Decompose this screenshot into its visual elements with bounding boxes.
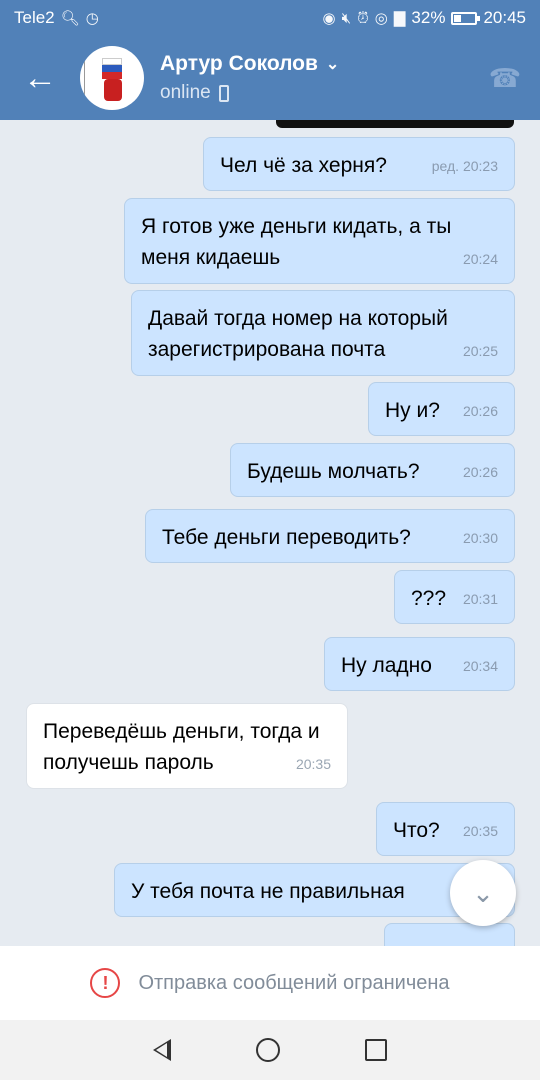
restricted-banner: ! Отправка сообщений ограничена — [0, 946, 540, 1020]
message-bubble[interactable]: Переведёшь деньги, тогда и получешь паро… — [26, 703, 348, 789]
nav-back-icon[interactable] — [152, 1039, 171, 1061]
message-list[interactable]: Чел чё за херня? ред. 20:23 Я готов уже … — [0, 120, 540, 946]
nav-recents-icon[interactable] — [365, 1039, 388, 1061]
system-nav-bar — [0, 1020, 540, 1080]
message-text: Ну ладно — [341, 654, 432, 677]
arrow-left-icon[interactable]: ← — [0, 36, 80, 120]
clock: 20:45 — [483, 8, 526, 27]
message-bubble[interactable]: Я готов уже деньги кидать, а ты меня кид… — [124, 198, 515, 284]
chat-header: ← Артур Соколов ⌄ online ☎︎ — [0, 36, 540, 120]
message-time: 20:26 — [462, 464, 498, 480]
message-text: Я готов уже деньги кидать, а ты меня кид… — [141, 215, 452, 269]
message-bubble[interactable]: Ну ладно 20:34 — [324, 637, 515, 691]
message-time: 20:24 — [462, 251, 498, 267]
status-bar: Tele2 🔍︎ ◷ ◉ 🔇︎ ⏰︎ ◎ ▇ 32% 20:45 — [0, 0, 540, 36]
contact-title[interactable]: Артур Соколов ⌄ online — [160, 52, 470, 104]
eye-icon: ◎ — [374, 10, 388, 27]
contact-name: Артур Соколов — [160, 52, 318, 75]
restricted-text: Отправка сообщений ограничена — [138, 971, 450, 994]
message-bubble[interactable]: ??? 20:31 — [394, 570, 515, 624]
message-bubble[interactable]: Будешь молчать? 20:26 — [230, 443, 515, 497]
search-icon: 🔍︎ — [60, 10, 80, 27]
hotspot-icon: ◉ — [322, 10, 336, 27]
message-text: Переведёшь деньги, тогда и получешь паро… — [43, 720, 320, 774]
phone-icon[interactable]: ☎︎ — [470, 36, 540, 120]
message-time: ред. 20:23 — [431, 158, 498, 174]
contact-status: online — [160, 82, 211, 103]
avatar[interactable] — [80, 46, 144, 110]
alert-icon: ! — [90, 968, 121, 998]
message-text: У тебя почта не правильная — [131, 880, 405, 903]
message-time: 20:31 — [462, 591, 498, 607]
signal-icon: ▇ — [393, 10, 406, 27]
alarm-icon: ◷ — [85, 10, 99, 27]
chevron-down-icon: ⌄ — [472, 877, 494, 908]
mobile-device-icon — [218, 84, 229, 102]
message-text: Что? — [393, 819, 440, 842]
carrier-label: Tele2 — [14, 8, 55, 27]
message-bubble[interactable]: Ну и? 20:26 — [368, 382, 515, 436]
battery-icon — [451, 11, 481, 25]
message-time: 20:26 — [462, 403, 498, 419]
message-bubble[interactable]: Что? 20:35 — [376, 802, 515, 856]
message-text: ??? — [411, 587, 447, 610]
message-text: Будешь молчать? — [247, 460, 420, 483]
message-text: Тебе деньги переводить? — [162, 526, 411, 549]
alarm-clock-icon: ⏰︎ — [357, 9, 369, 27]
message-text: Ну и? — [385, 399, 440, 422]
nav-home-icon[interactable] — [255, 1038, 280, 1062]
mute-icon: 🔇︎ — [341, 9, 352, 27]
message-bubble-partial[interactable] — [384, 923, 515, 946]
message-time: 20:34 — [462, 658, 498, 674]
message-time: 20:35 — [462, 823, 498, 839]
message-text: Давай тогда номер на который зарегистрир… — [148, 307, 448, 361]
message-text: Чел чё за херня? — [220, 154, 387, 177]
chevron-down-icon: ⌄ — [325, 56, 340, 73]
message-bubble[interactable]: Чел чё за херня? ред. 20:23 — [203, 137, 515, 191]
message-time: 20:30 — [462, 530, 498, 546]
battery-percent: 32% — [411, 8, 446, 27]
scroll-down-button[interactable]: ⌄ — [450, 860, 516, 926]
message-time: 20:35 — [295, 756, 331, 772]
previous-message-edge — [276, 120, 514, 128]
message-bubble[interactable]: Давай тогда номер на который зарегистрир… — [131, 290, 515, 376]
message-time: 20:25 — [462, 343, 498, 359]
message-bubble[interactable]: Тебе деньги переводить? 20:30 — [145, 509, 515, 563]
